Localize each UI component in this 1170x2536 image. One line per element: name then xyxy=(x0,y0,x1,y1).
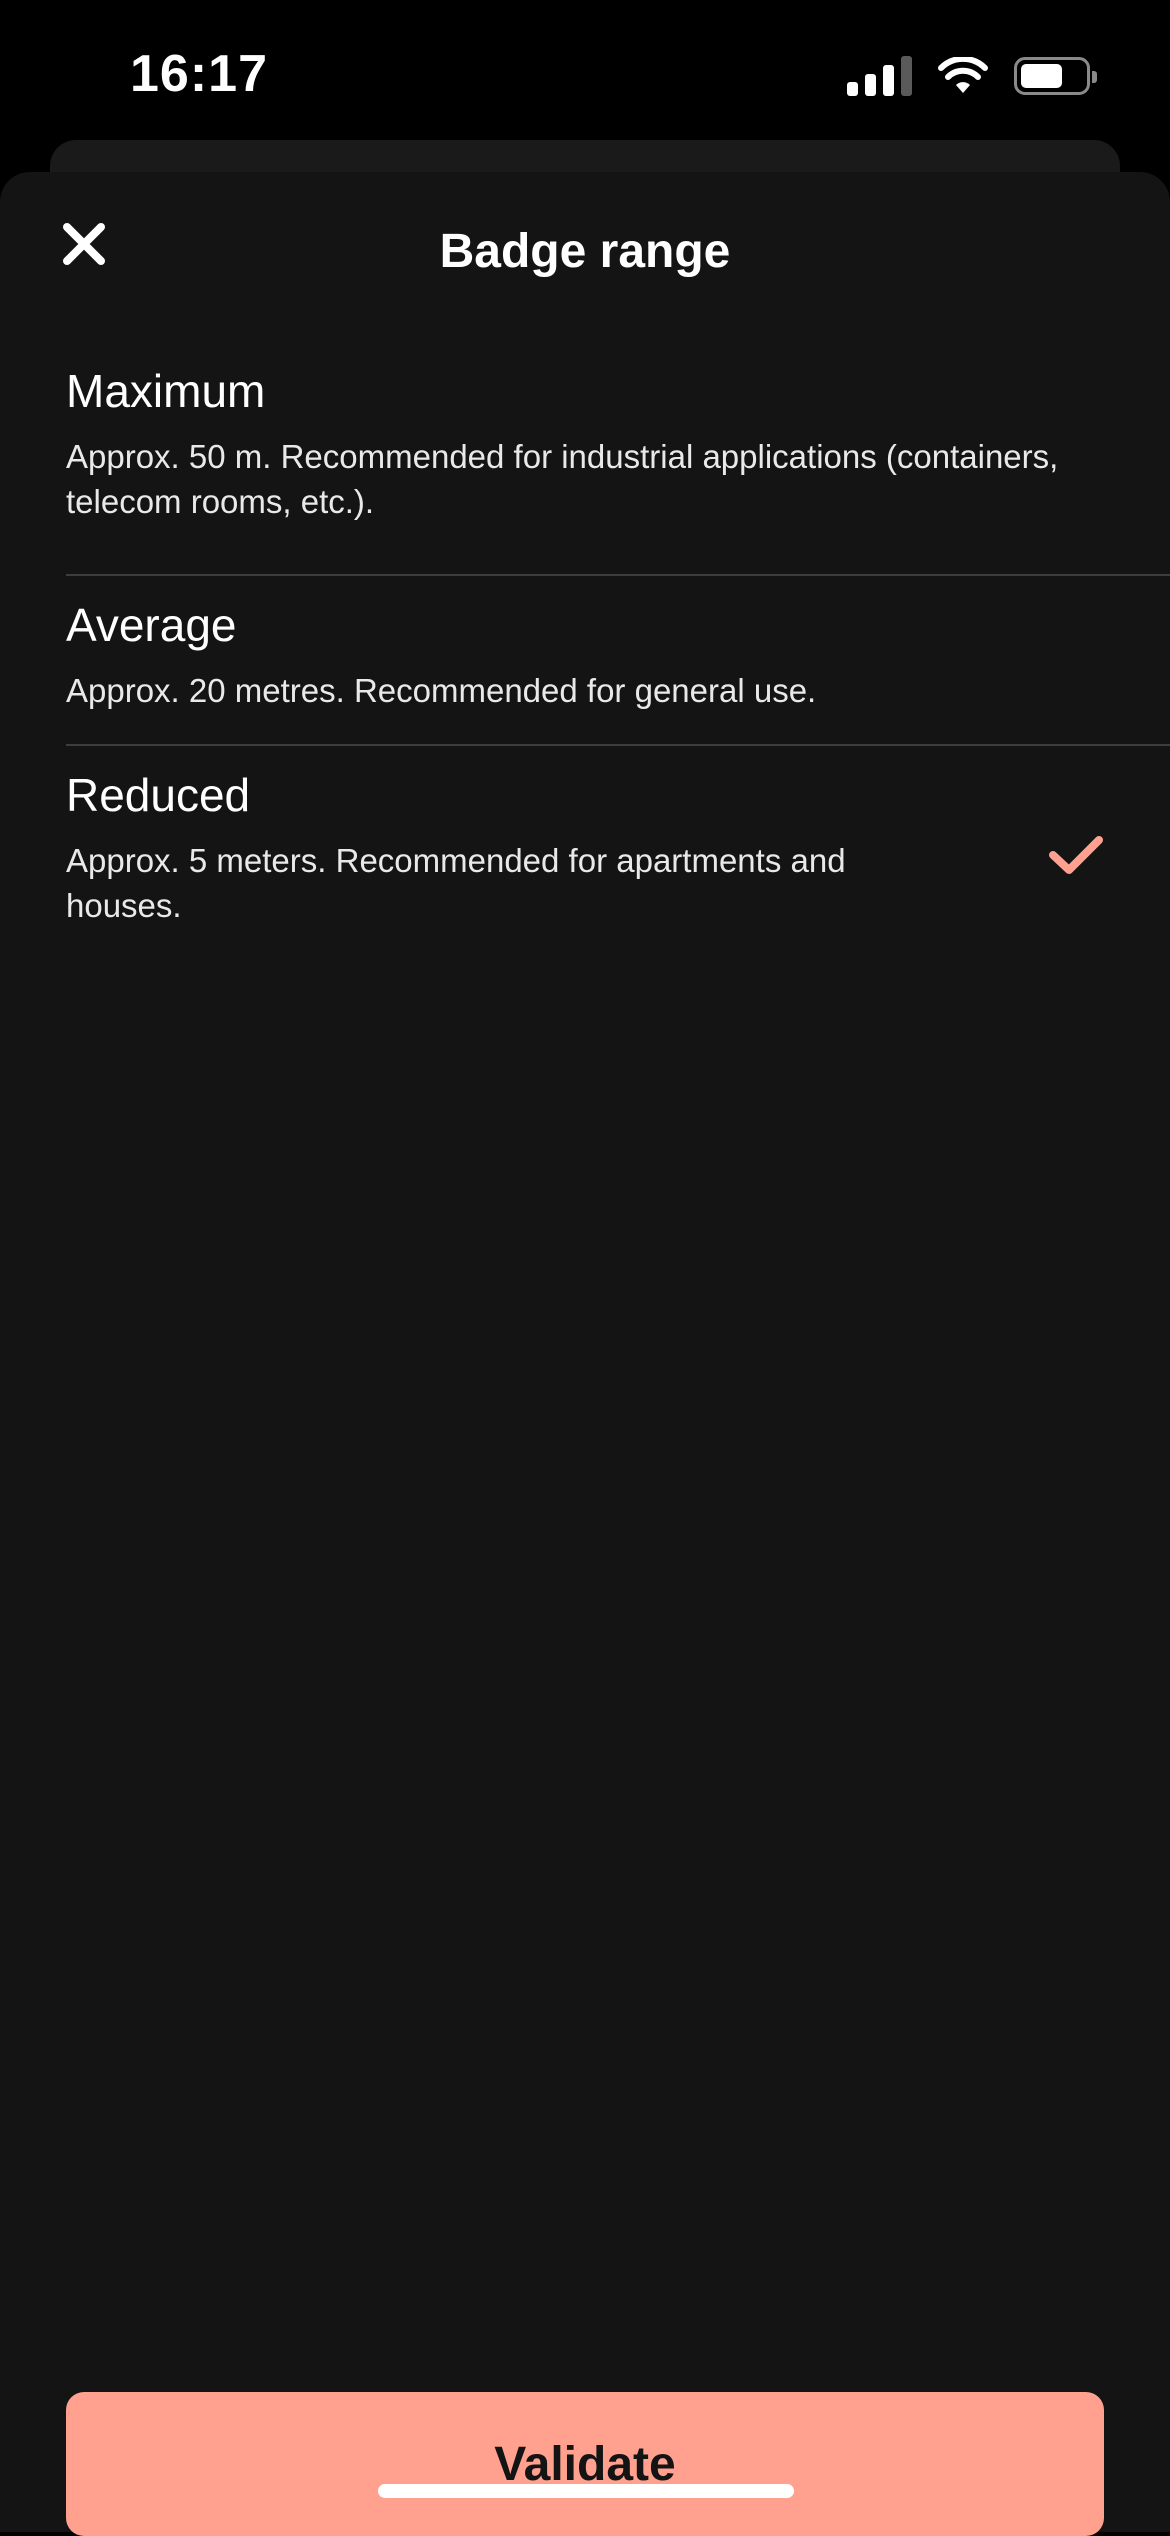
option-maximum[interactable]: Maximum Approx. 50 m. Recommended for in… xyxy=(66,362,1170,576)
battery-fill xyxy=(1021,64,1062,88)
sheet-header: Badge range xyxy=(0,172,1170,342)
check-icon xyxy=(1049,836,1103,874)
battery-icon xyxy=(1014,57,1097,95)
status-bar: 16:17 xyxy=(0,0,1170,150)
home-indicator xyxy=(378,2484,794,2498)
validate-button[interactable]: Validate xyxy=(66,2392,1104,2536)
option-description: Approx. 5 meters. Recommended for apartm… xyxy=(66,842,846,924)
status-icons xyxy=(847,56,1097,96)
option-description: Approx. 50 m. Recommended for industrial… xyxy=(66,438,1059,520)
option-title: Maximum xyxy=(66,365,266,417)
option-average[interactable]: Average Approx. 20 metres. Recommended f… xyxy=(66,576,1170,746)
signal-icon xyxy=(847,56,912,96)
option-reduced[interactable]: Reduced Approx. 5 meters. Recommended fo… xyxy=(66,746,1170,946)
wifi-icon xyxy=(938,57,988,93)
option-description: Approx. 20 metres. Recommended for gener… xyxy=(66,672,817,709)
status-time: 16:17 xyxy=(130,45,268,103)
range-options-list: Maximum Approx. 50 m. Recommended for in… xyxy=(66,362,1170,946)
option-title: Average xyxy=(66,599,237,651)
page-title: Badge range xyxy=(439,225,731,278)
badge-range-sheet: Badge range Maximum Approx. 50 m. Recomm… xyxy=(0,172,1170,2536)
option-title: Reduced xyxy=(66,769,251,821)
